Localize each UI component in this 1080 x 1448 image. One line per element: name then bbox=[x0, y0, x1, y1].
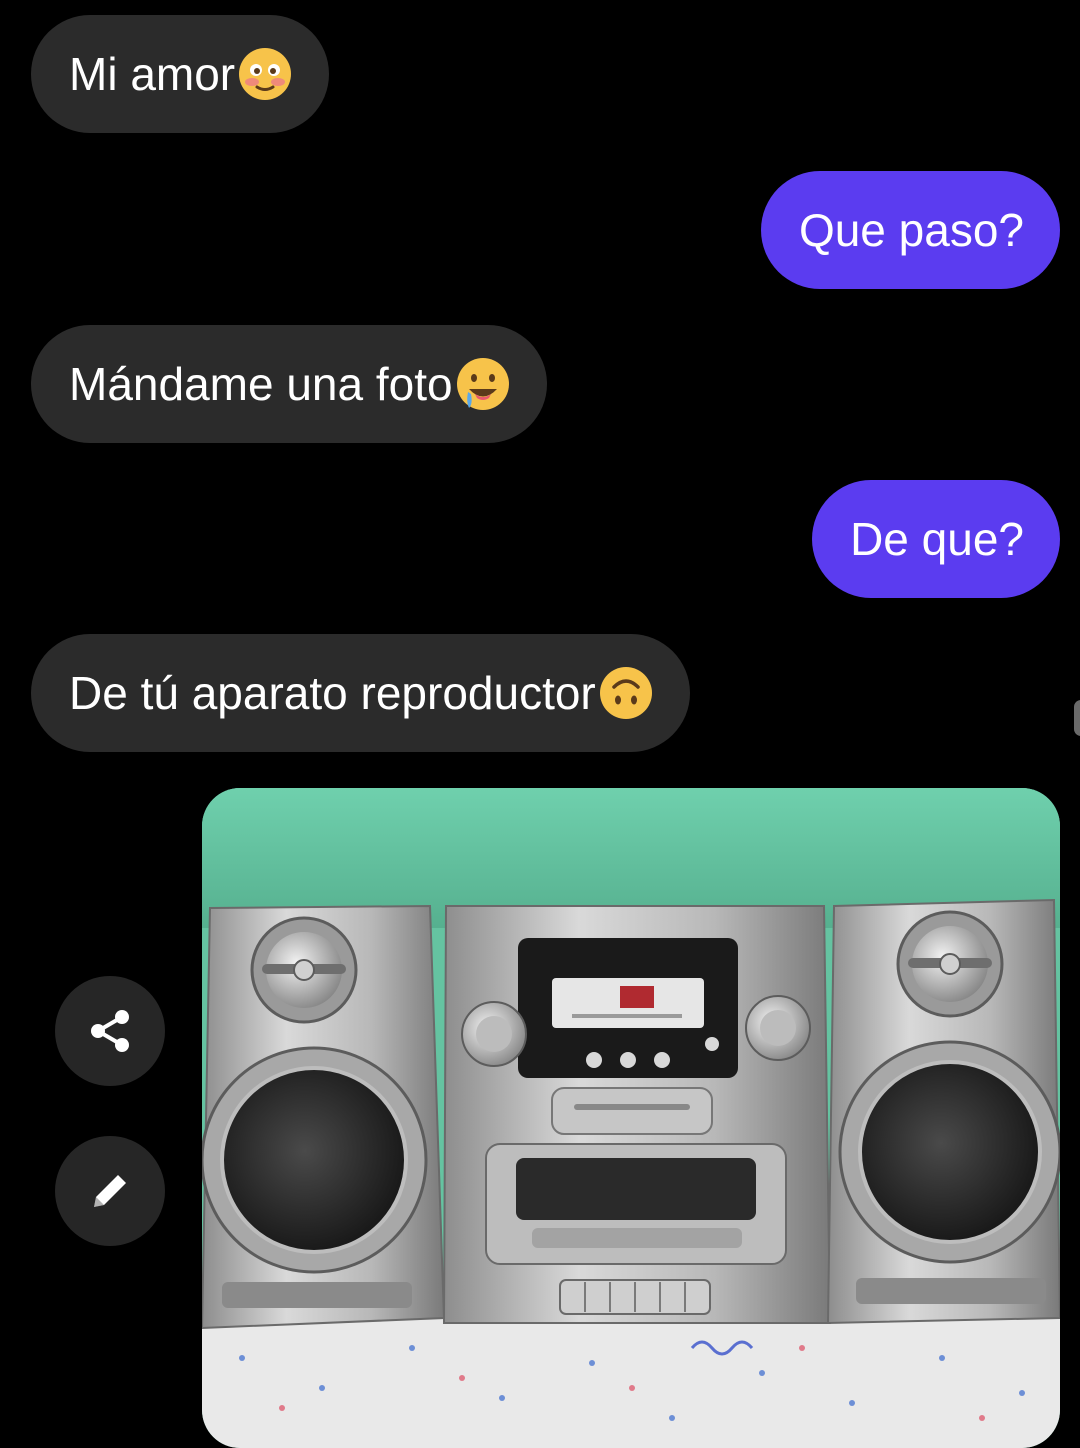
scroll-indicator[interactable] bbox=[1074, 700, 1080, 736]
message-bubble-incoming[interactable]: De tú aparato reproductor bbox=[31, 634, 690, 752]
drooling-face-emoji bbox=[456, 358, 509, 410]
left-speaker bbox=[202, 904, 446, 1330]
flushed-smiling-face-emoji bbox=[239, 48, 292, 100]
stereo-system-image bbox=[202, 788, 1060, 1448]
edit-button[interactable] bbox=[55, 1136, 165, 1246]
share-button[interactable] bbox=[55, 976, 165, 1086]
message-bubble-incoming[interactable]: Mi amor bbox=[31, 15, 330, 133]
share-icon bbox=[91, 1010, 129, 1052]
right-speaker bbox=[826, 898, 1060, 1325]
message-bubble-incoming[interactable]: Mándame una foto bbox=[31, 325, 547, 443]
pencil-icon bbox=[94, 1175, 126, 1207]
message-bubble-outgoing[interactable]: De que? bbox=[812, 480, 1060, 598]
message-text: Mi amor bbox=[69, 48, 236, 100]
message-text: Que paso? bbox=[798, 204, 1024, 256]
center-unit bbox=[442, 905, 832, 1324]
photo-attachment[interactable] bbox=[202, 788, 1060, 1448]
message-text: De que? bbox=[850, 513, 1024, 565]
message-bubble-outgoing[interactable]: Que paso? bbox=[760, 171, 1060, 289]
upside-down-face-emoji bbox=[599, 667, 652, 719]
message-text: Mándame una foto bbox=[69, 358, 453, 410]
message-text: De tú aparato reproductor bbox=[69, 667, 596, 719]
